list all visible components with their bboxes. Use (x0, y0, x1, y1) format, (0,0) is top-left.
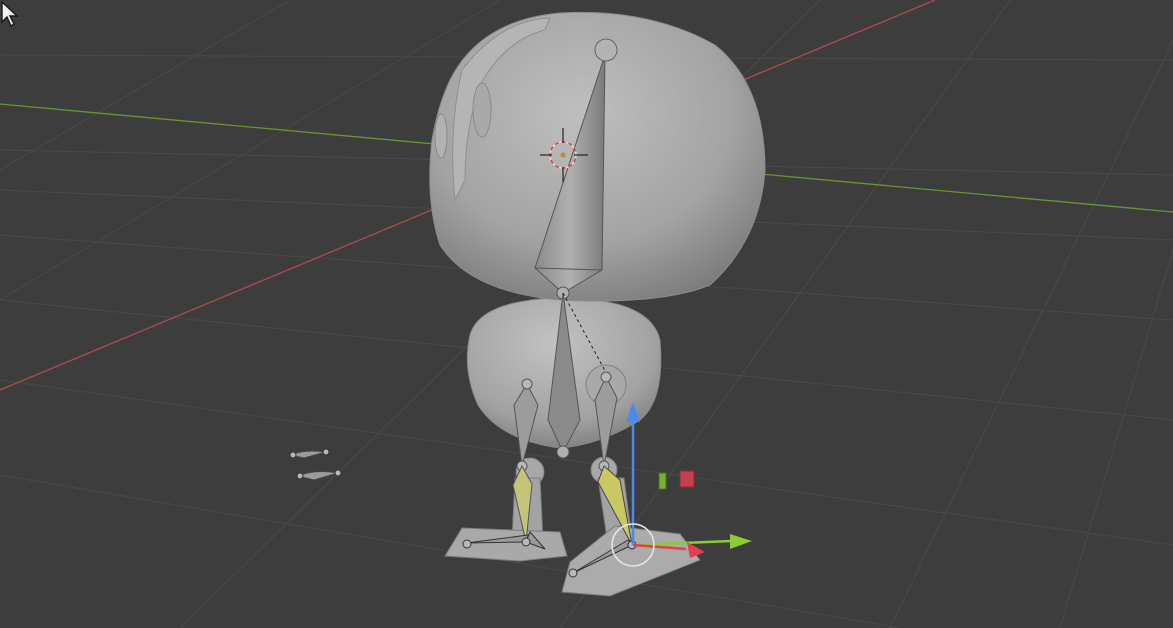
arrow-cursor-icon (1, 0, 19, 28)
ik-target-bones[interactable] (288, 448, 342, 481)
foot-right (561, 525, 701, 597)
3d-viewport[interactable] (0, 0, 1173, 628)
ear-left (472, 82, 492, 138)
head-bone-tip[interactable] (594, 38, 618, 62)
gizmo-xz-plane-handle[interactable] (658, 472, 667, 490)
gizmo-x-arrow-icon[interactable] (687, 542, 705, 558)
gizmo-yz-plane-handle[interactable] (679, 470, 695, 488)
gizmo-y-arrow-icon[interactable] (730, 534, 752, 549)
ear-front (434, 113, 448, 159)
spine-bone-tip[interactable] (556, 445, 570, 459)
